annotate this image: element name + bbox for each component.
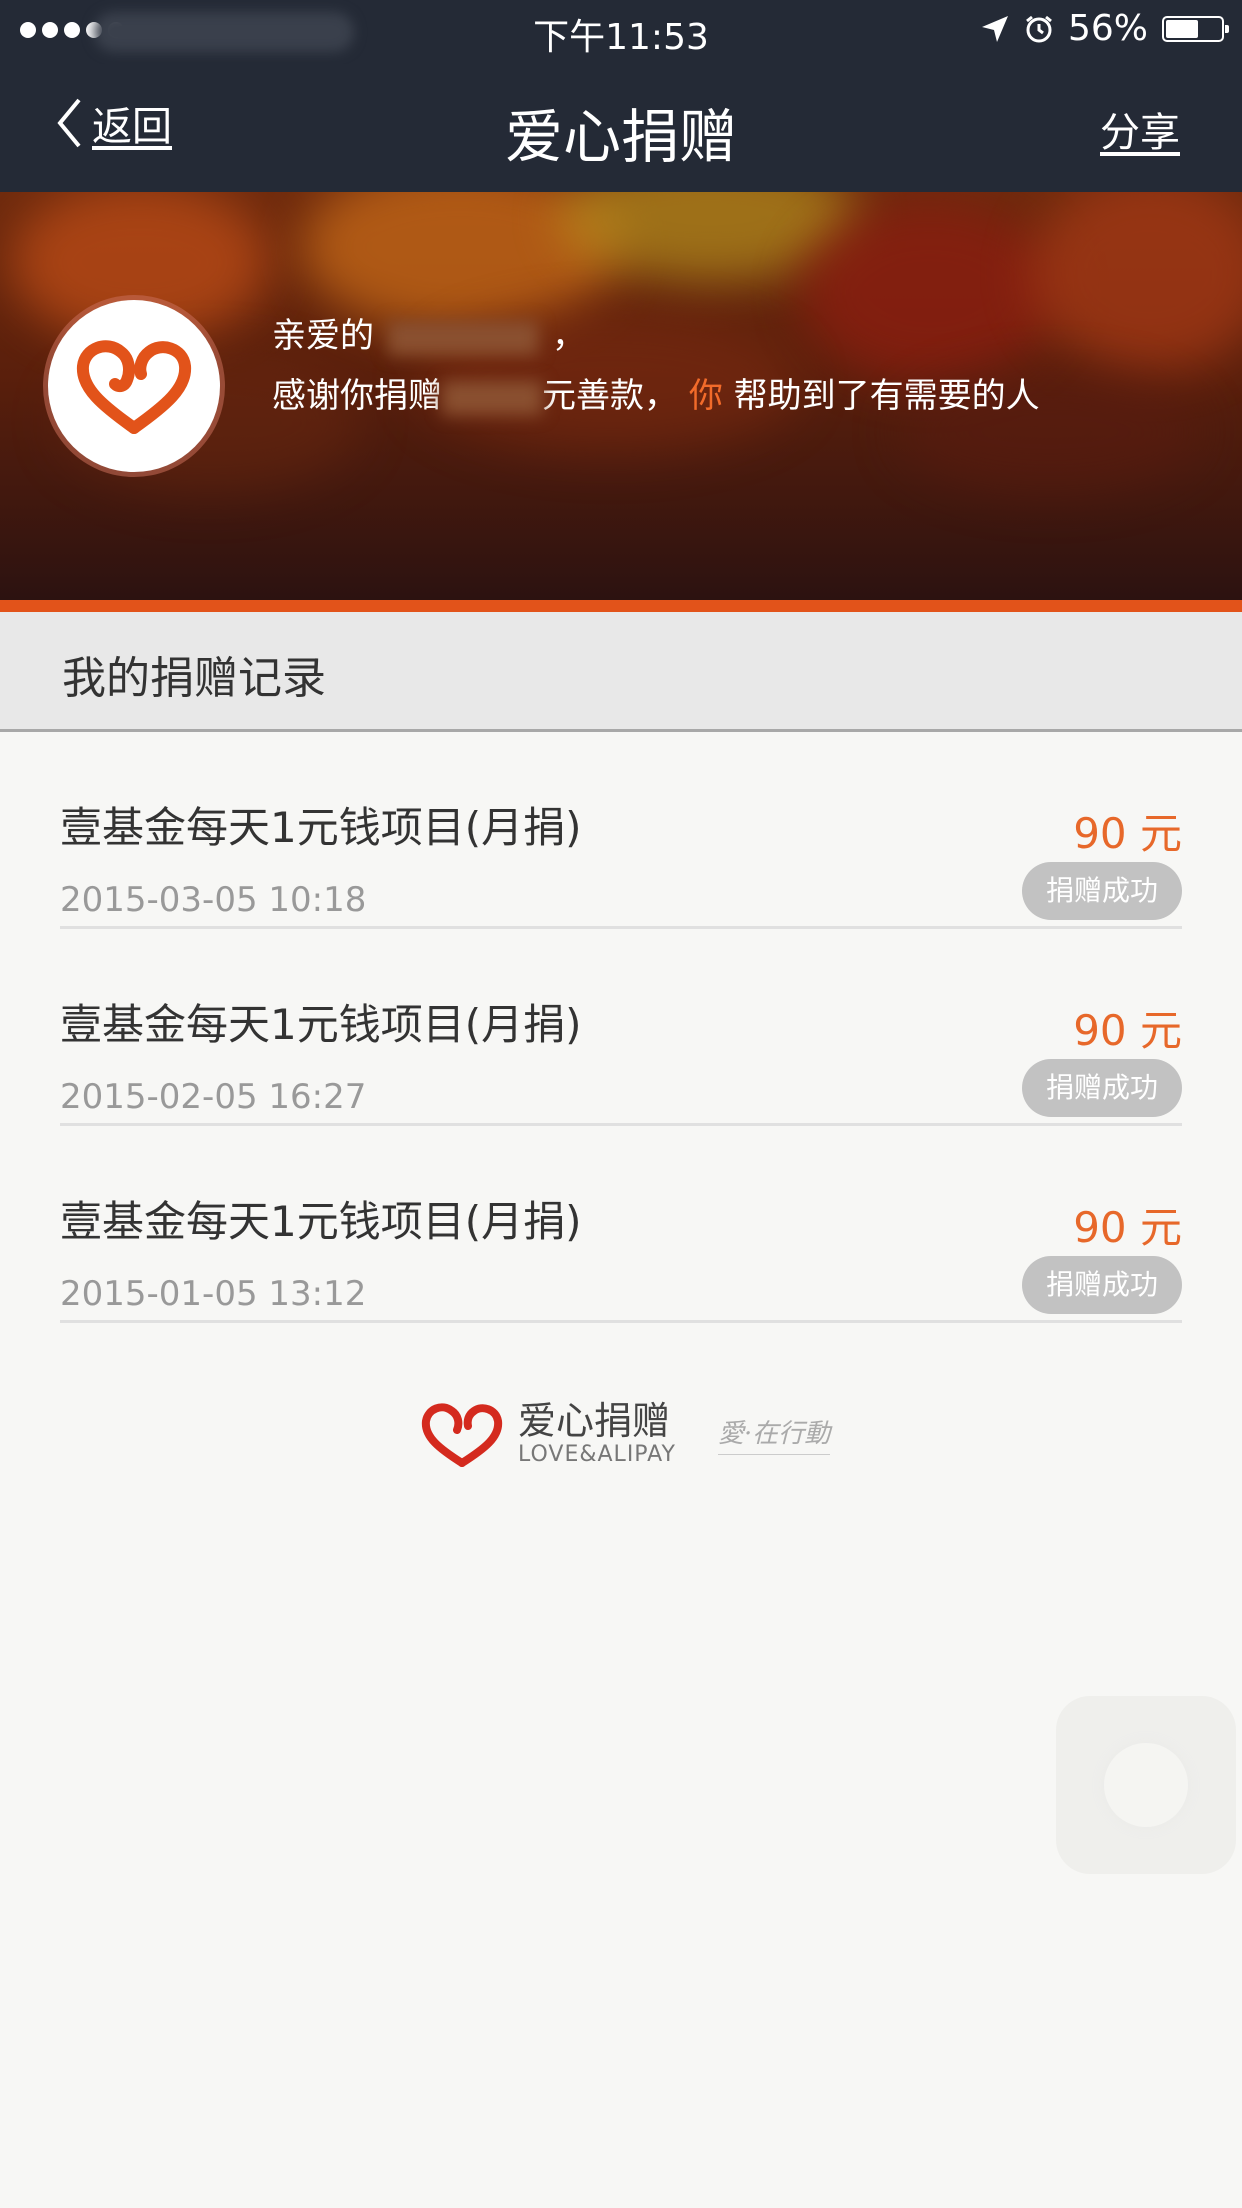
list-item[interactable]: 壹基金每天1元钱项目(月捐) 2015-02-05 16:27 90 元 捐赠成… <box>60 929 1182 1126</box>
list-item[interactable]: 壹基金每天1元钱项目(月捐) 2015-01-05 13:12 90 元 捐赠成… <box>60 1126 1182 1323</box>
record-title: 壹基金每天1元钱项目(月捐) <box>60 1197 582 1246</box>
footer-brand: 爱心捐赠 LOVE&ALIPAY 愛·在行動 <box>420 1399 831 1467</box>
brand-english: LOVE&ALIPAY <box>518 1442 676 1467</box>
record-time: 2015-01-05 13:12 <box>60 1274 367 1314</box>
record-title: 壹基金每天1元钱项目(月捐) <box>60 803 582 852</box>
heart-logo-icon <box>76 340 192 434</box>
alarm-clock-icon <box>1026 15 1052 42</box>
battery-icon <box>1162 15 1229 42</box>
donation-record-list: 壹基金每天1元钱项目(月捐) 2015-03-05 10:18 90 元 捐赠成… <box>0 732 1242 1323</box>
section-header: 我的捐赠记录 <box>0 612 1242 732</box>
user-name-redacted <box>388 320 538 355</box>
battery-percent: 56% <box>1067 8 1148 49</box>
record-amount: 90 元 <box>1073 1203 1182 1252</box>
heart-logo-icon <box>421 1402 503 1467</box>
list-item[interactable]: 壹基金每天1元钱项目(月捐) 2015-03-05 10:18 90 元 捐赠成… <box>60 732 1182 929</box>
record-time: 2015-03-05 10:18 <box>60 880 367 920</box>
record-title: 壹基金每天1元钱项目(月捐) <box>60 1000 582 1049</box>
page-title: 爱心捐赠 <box>504 103 737 171</box>
orange-divider <box>0 600 1242 612</box>
brand-slogan: 愛·在行動 <box>717 1413 831 1455</box>
record-amount: 90 元 <box>1073 1006 1182 1055</box>
record-amount: 90 元 <box>1073 809 1182 858</box>
assistive-touch-icon <box>1104 1743 1188 1827</box>
brand-name: 爱心捐赠 <box>518 1399 671 1443</box>
share-button[interactable]: 分享 <box>1100 100 1180 158</box>
avatar <box>48 300 220 472</box>
section-title: 我的捐赠记录 <box>62 653 326 704</box>
amount-redacted <box>442 380 542 415</box>
greeting-text: 亲爱的， <box>272 316 586 356</box>
thanks-text: 感谢你捐赠 元善款， 你 帮助到了有需要的人 <box>272 376 1040 416</box>
assistive-touch-button[interactable] <box>1056 1696 1236 1874</box>
status-bar: 下午11:53 56% <box>0 0 1242 64</box>
record-time: 2015-02-05 16:27 <box>60 1077 367 1117</box>
location-arrow-icon <box>981 15 1008 42</box>
status-right-group: 56% <box>980 8 1229 49</box>
status-badge: 捐赠成功 <box>1021 1256 1182 1314</box>
status-badge: 捐赠成功 <box>1021 1059 1182 1117</box>
thank-you-banner: 亲爱的， 感谢你捐赠 元善款， 你 帮助到了有需要的人 <box>0 192 1242 600</box>
status-badge: 捐赠成功 <box>1021 862 1182 920</box>
nav-bar: 返回 爱心捐赠 分享 <box>0 64 1242 192</box>
